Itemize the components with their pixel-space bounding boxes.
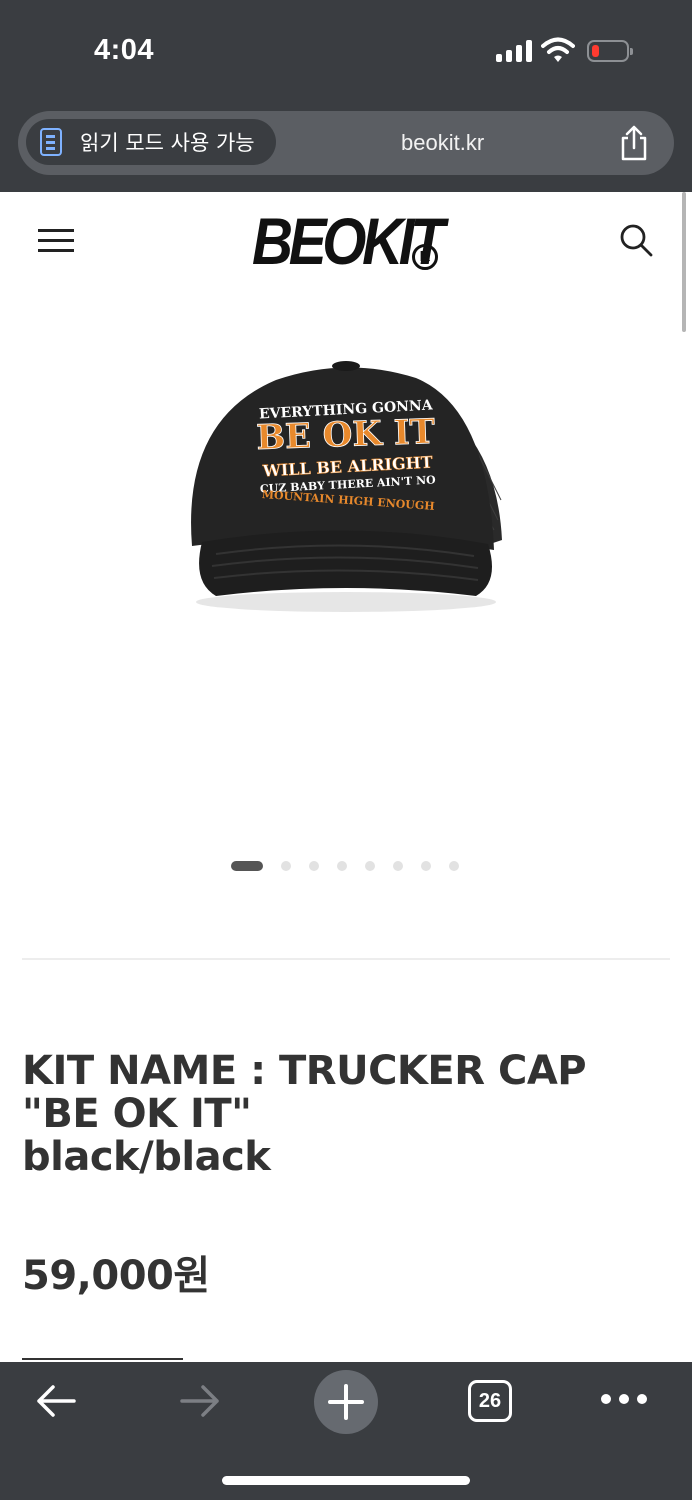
carousel-dot-7[interactable] xyxy=(421,861,431,871)
home-indicator xyxy=(222,1476,470,1485)
status-time: 4:04 xyxy=(94,34,155,66)
carousel-dot-3[interactable] xyxy=(309,861,319,871)
signal-icon xyxy=(496,40,532,62)
hamburger-menu-icon[interactable] xyxy=(38,229,74,253)
carousel-dot-2[interactable] xyxy=(281,861,291,871)
product-title: KIT NAME : TRUCKER CAP "BE OK IT" black/… xyxy=(22,1050,662,1179)
reader-mode-label: 읽기 모드 사용 가능 xyxy=(80,131,255,155)
section-divider xyxy=(22,958,670,960)
page-scrollbar[interactable] xyxy=(682,192,686,332)
share-icon[interactable] xyxy=(618,125,650,161)
wifi-icon xyxy=(541,37,575,62)
carousel-dot-6[interactable] xyxy=(393,861,403,871)
carousel-dot-4[interactable] xyxy=(337,861,347,871)
arrow-left-icon[interactable] xyxy=(34,1382,78,1420)
registered-mark: R xyxy=(412,244,438,270)
address-bar[interactable]: 읽기 모드 사용 가능 beokit.kr xyxy=(18,111,674,175)
product-image[interactable]: EVERYTHING GONNA BE OK IT WILL BE ALRIGH… xyxy=(176,350,516,620)
reader-mode-button[interactable]: 읽기 모드 사용 가능 xyxy=(26,119,276,165)
browser-bottom-toolbar: 26 xyxy=(0,1362,692,1500)
reader-mode-icon xyxy=(40,128,62,156)
product-title-line: black/black xyxy=(22,1134,271,1180)
product-title-line: "BE OK IT" xyxy=(22,1091,252,1137)
more-icon[interactable] xyxy=(601,1394,647,1406)
cap-print-line2: BE OK IT xyxy=(256,412,436,458)
product-title-line: KIT NAME : TRUCKER CAP xyxy=(22,1048,587,1094)
battery-icon xyxy=(587,40,633,62)
carousel-dot-8[interactable] xyxy=(449,861,459,871)
browser-top-chrome: 4:04 읽기 모드 사용 가능 beokit.kr xyxy=(0,0,692,192)
url-text[interactable]: beokit.kr xyxy=(401,130,484,156)
carousel-dots[interactable] xyxy=(231,860,477,872)
site-logo[interactable]: BEOKIT xyxy=(252,203,445,279)
arrow-right-icon[interactable] xyxy=(178,1382,222,1420)
product-price: 59,000원 xyxy=(22,1253,210,1299)
new-tab-button[interactable] xyxy=(314,1370,378,1434)
carousel-dot-1[interactable] xyxy=(231,861,263,871)
tabs-button[interactable]: 26 xyxy=(468,1380,512,1422)
search-icon[interactable] xyxy=(618,222,654,258)
plus-icon xyxy=(328,1384,364,1420)
carousel-dot-5[interactable] xyxy=(365,861,375,871)
